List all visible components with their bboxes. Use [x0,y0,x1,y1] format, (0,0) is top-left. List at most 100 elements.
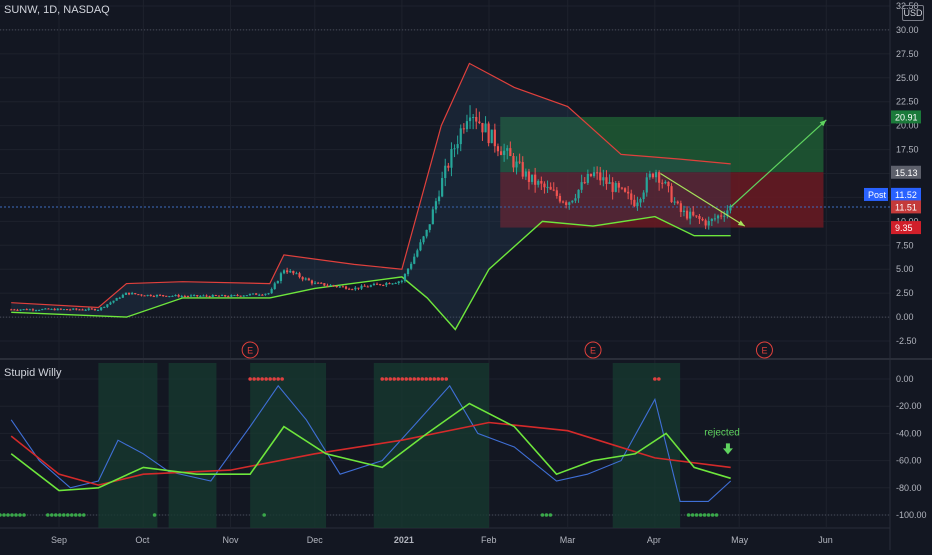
bottom-signal-dot [22,513,26,517]
candle-body [546,186,549,188]
candle-body [211,295,214,297]
candle-body [87,308,90,310]
candle-body [286,270,289,273]
candle-body [320,282,323,284]
candle-body [627,191,630,194]
candle-body [642,192,645,199]
candle-body [344,286,348,289]
time-axis-label: Feb [481,535,497,545]
candle-body [379,284,382,286]
candle-body [571,200,574,203]
candle-body [369,285,372,287]
candle-body [329,285,332,287]
candle-body [434,201,438,210]
candle-body [503,150,506,155]
candle-body [174,295,177,297]
candle-body [462,128,465,130]
candle-body [710,218,713,222]
stop-price-tag: 9.35 [895,223,913,233]
candle-body [363,285,366,287]
bottom-signal-dot [81,513,86,517]
candle-body [289,270,292,273]
bottom-signal-dot [714,513,719,517]
bottom-signal-dot [702,513,707,517]
candle-body [183,295,186,297]
earnings-marker-label: E [761,346,767,356]
candle-body [648,173,651,178]
bottom-signal-dot [14,513,18,517]
candle-body [332,285,335,287]
price-axis-label: 17.50 [896,145,919,155]
candle-body [428,224,431,230]
candle-body [558,195,562,202]
candle-body [630,193,633,200]
post-price-tag: 11.52 [895,190,917,200]
candle-body [44,308,47,310]
price-axis-label: 25.00 [896,73,919,83]
top-signal-dot [268,377,272,381]
candle-body [413,256,416,264]
indicator-axis-label: -100.00 [896,510,927,520]
candle-body [28,309,31,311]
candle-body [189,295,193,297]
candle-body [549,186,552,190]
candle-body [81,309,84,311]
candle-body [261,294,264,296]
candle-body [540,180,543,184]
bottom-signal-dot [18,513,22,517]
candle-body [565,202,568,205]
chart-canvas[interactable]: EEE32.5030.0027.5025.0022.5020.0017.5015… [0,0,932,550]
candle-body [385,283,388,286]
candle-body [596,172,599,174]
price-axis-label: 2.50 [896,288,914,298]
top-signal-dot [424,377,429,381]
time-axis-label: Apr [647,535,661,545]
candle-body [450,149,453,168]
price-axis-label: 30.00 [896,25,919,35]
candle-body [90,308,93,310]
candle-body [134,293,137,295]
top-signal-dot [396,377,401,381]
candle-body [580,182,583,190]
candle-body [65,309,69,311]
candle-body [335,285,338,287]
top-signal-dot [432,377,437,381]
top-signal-dot [412,377,417,381]
candle-body [639,198,642,203]
indicator-title[interactable]: Stupid Willy [4,367,61,379]
bottom-signal-dot [49,513,54,517]
currency-badge[interactable]: USD [902,5,924,21]
top-signal-dot [400,377,405,381]
candle-body [698,215,701,219]
top-signal-dot [416,377,421,381]
bottom-signal-dot [694,513,699,517]
bottom-signal-dot [53,513,58,517]
symbol-title: SUNW, 1D, NASDAQ [4,4,110,16]
indicator-axis-label: -60.00 [896,456,922,466]
candle-body [397,281,400,284]
candle-body [456,144,459,149]
candle-body [251,293,255,295]
top-signal-dot [408,377,413,381]
candle-body [72,308,75,310]
candle-body [103,306,106,308]
bottom-signal-dot [6,513,10,517]
bottom-signal-dot [77,513,82,517]
candle-body [255,293,258,295]
candle-body [416,250,419,257]
candle-body [695,215,698,217]
candle-body [577,189,580,199]
candle-body [245,295,248,297]
candle-body [605,177,608,184]
bottom-signal-dot [69,513,74,517]
candle-body [199,295,202,297]
top-signal-dot [440,377,445,381]
top-signal-dot [420,377,425,381]
candle-body [515,161,518,168]
candle-body [131,293,134,295]
candle-body [236,295,239,297]
candle-body [121,294,124,298]
price-axis-label: 7.50 [896,240,914,250]
candle-body [704,220,707,226]
candle-body [214,295,217,297]
